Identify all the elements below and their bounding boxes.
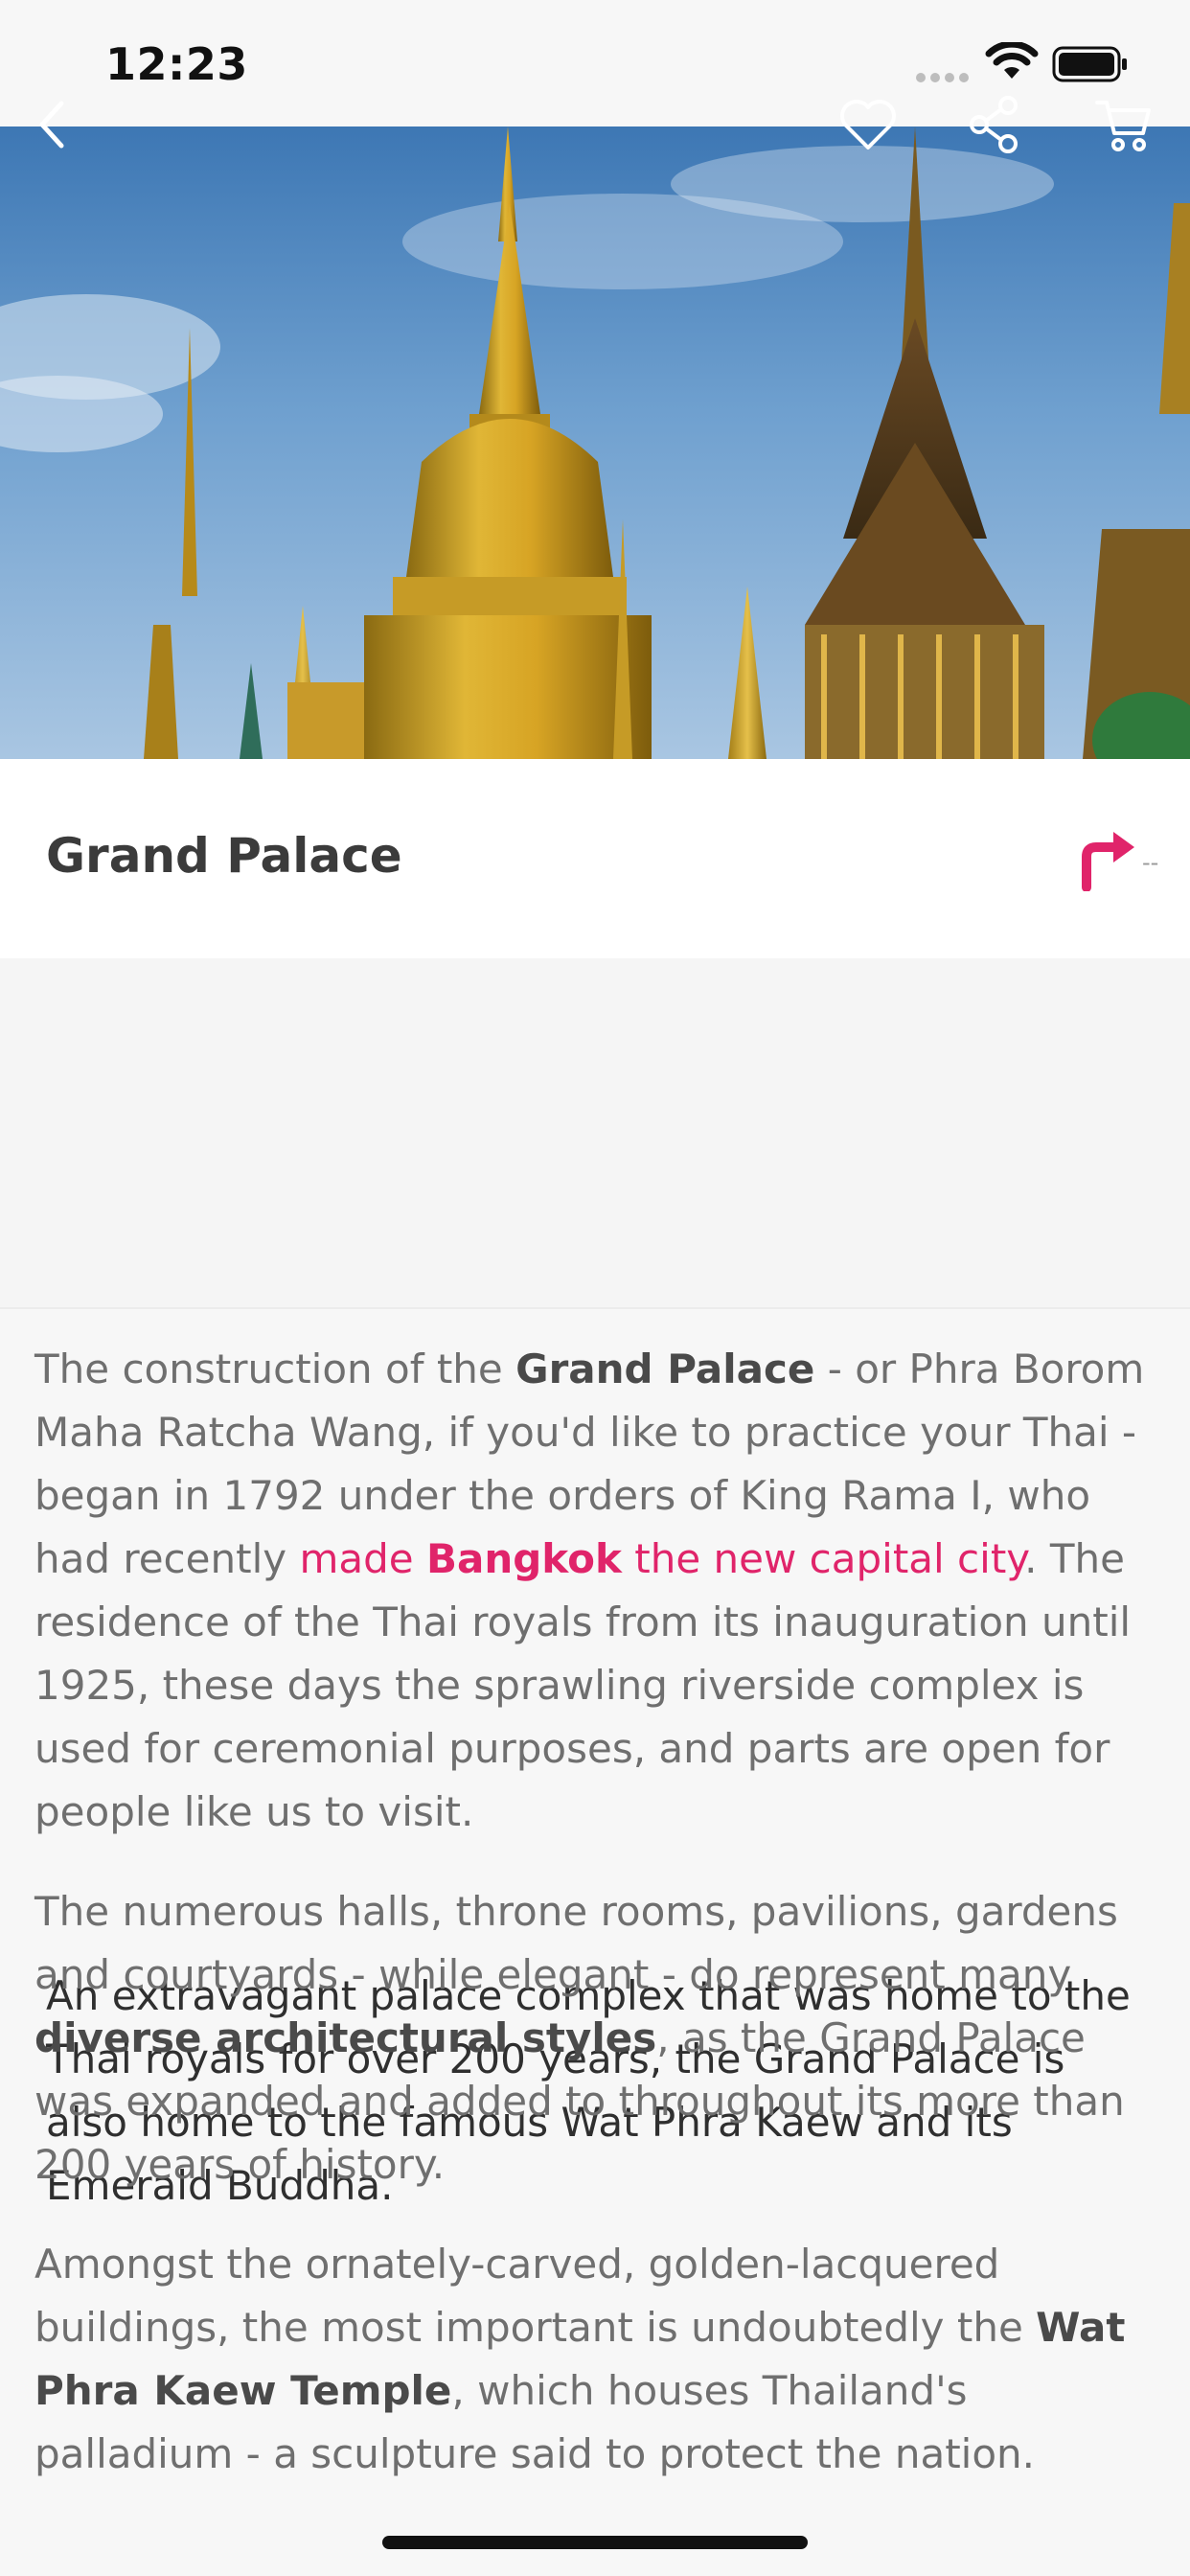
heart-icon [840,100,896,150]
battery-icon [1052,46,1127,82]
article-paragraph-3: Amongst the ornately-carved, golden-lacq… [34,2241,1126,2477]
directions-button[interactable] [1075,824,1138,892]
bangkok-link[interactable]: made Bangkok the new capital city [299,1535,1024,1582]
hero-image [0,126,1190,759]
favorite-button[interactable] [830,86,906,163]
share-icon [970,96,1018,153]
share-button[interactable] [956,86,1033,163]
signal-icon [916,73,969,82]
article-paragraph-2: The numerous halls, throne rooms, pavili… [34,1888,1125,2188]
temple-illustration [0,126,1190,759]
wifi-icon [985,42,1039,79]
distance-label: -- [1142,849,1159,876]
turn-right-arrow-icon [1082,832,1134,892]
article-body: The construction of the Grand Palace - o… [34,1338,1165,2522]
chevron-left-icon [39,101,64,149]
cart-icon [1095,101,1151,151]
page-title: Grand Palace [46,828,402,884]
cart-button[interactable] [1085,86,1161,163]
hero-nav-bar [0,86,1190,163]
lead-wrapper: An extravagant palace complex that was h… [0,958,1190,2209]
status-time: 12:23 [105,38,248,90]
home-indicator[interactable] [382,2536,808,2549]
article-paragraph-1: The construction of the Grand Palace - o… [34,1346,1145,1835]
back-button[interactable] [13,86,90,163]
